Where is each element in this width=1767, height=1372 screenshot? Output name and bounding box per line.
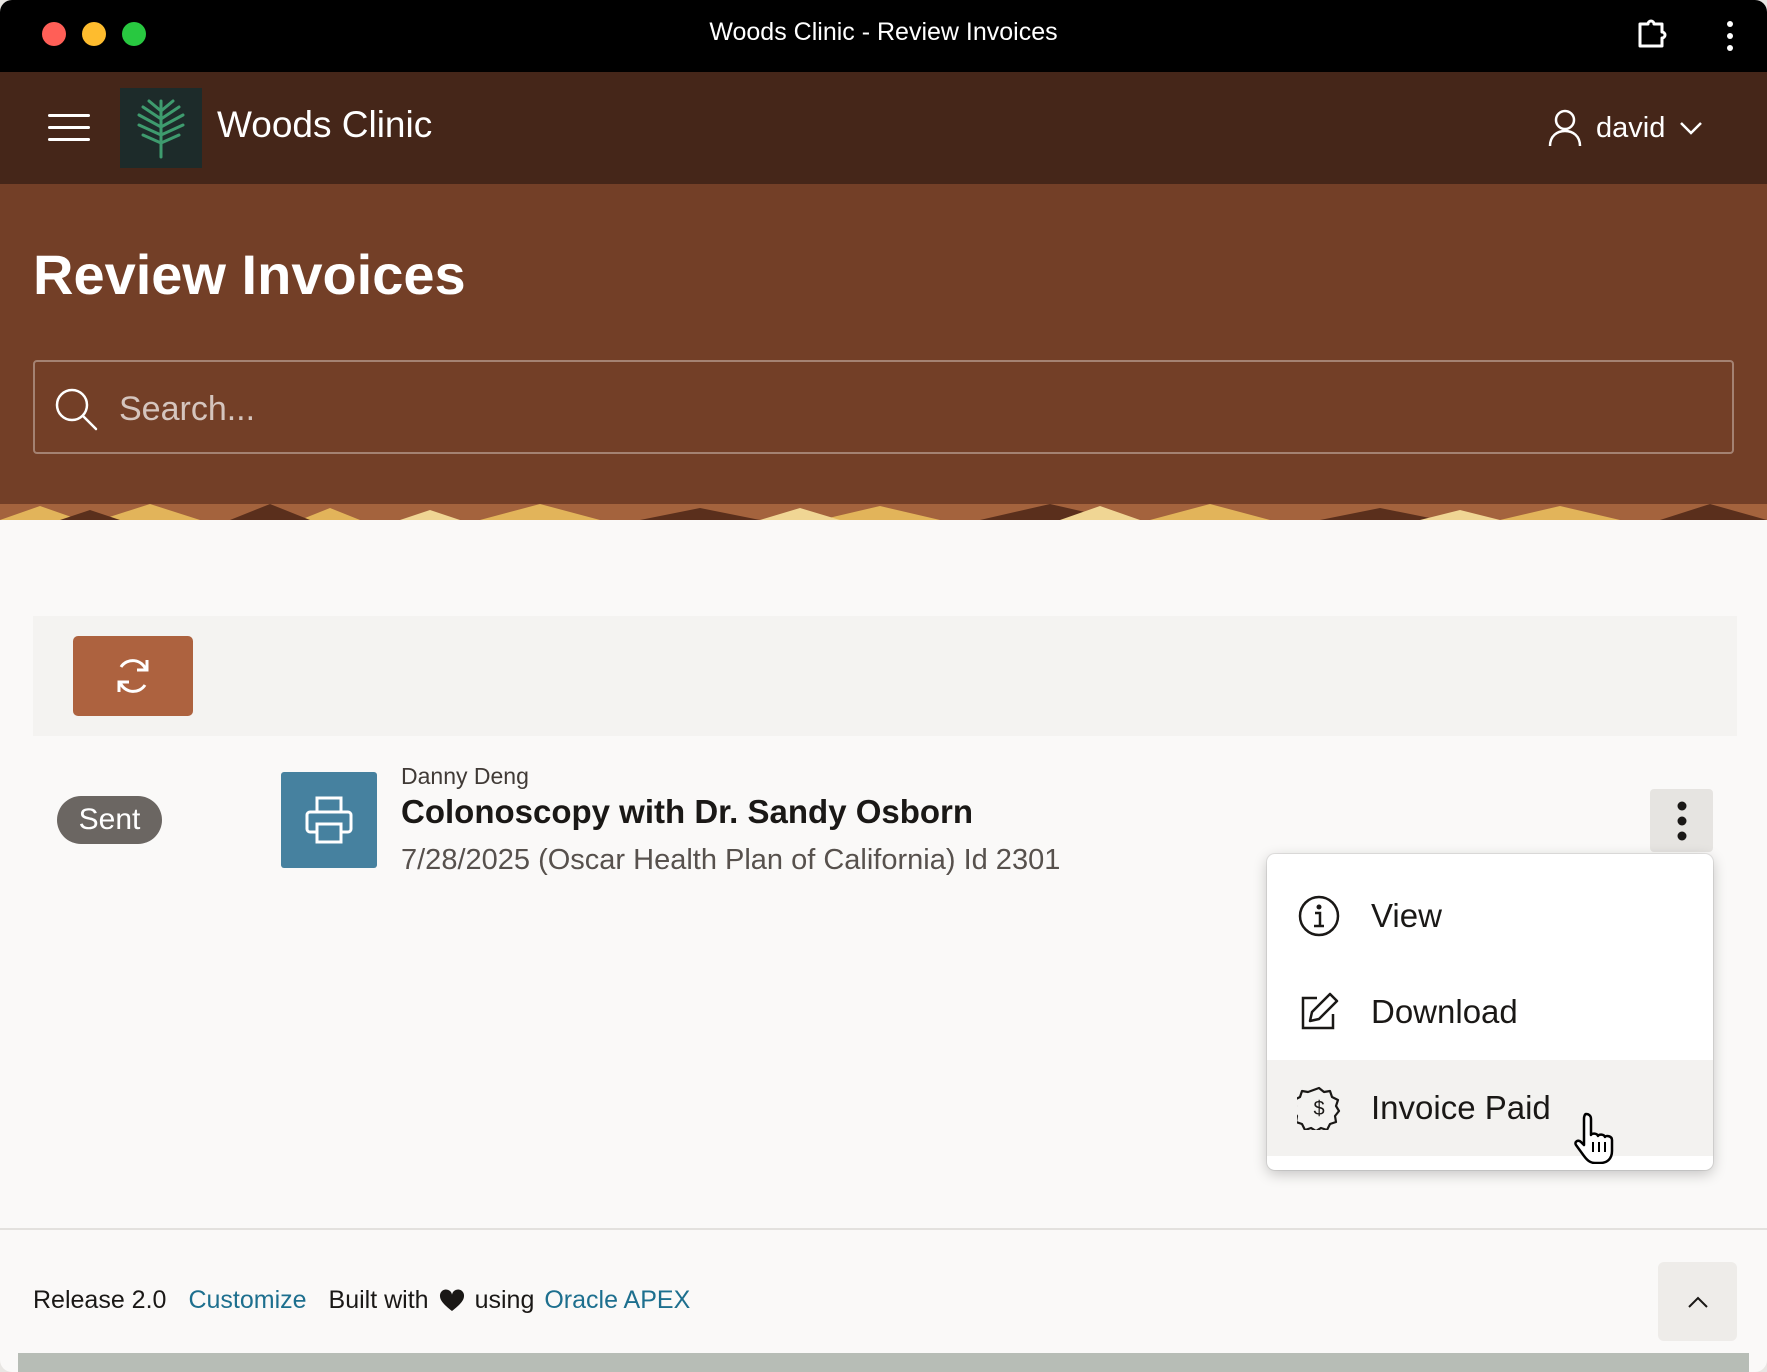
row-actions-button[interactable] (1650, 789, 1713, 852)
decorative-pattern (0, 504, 1767, 520)
window-title: Woods Clinic - Review Invoices (709, 18, 1058, 46)
hand-cursor-icon (1574, 1112, 1614, 1164)
user-icon (1548, 109, 1582, 147)
printer-icon (305, 796, 353, 844)
scroll-to-top-button[interactable] (1658, 1262, 1737, 1341)
menu-item-download[interactable]: Download (1267, 964, 1713, 1060)
invoice-title[interactable]: Colonoscopy with Dr. Sandy Osborn (401, 793, 973, 831)
clinic-logo (120, 88, 202, 168)
info-icon (1298, 895, 1340, 937)
customize-link[interactable]: Customize (188, 1286, 306, 1315)
heart-icon (439, 1288, 464, 1311)
menu-item-label: Download (1371, 993, 1518, 1030)
app-name[interactable]: Woods Clinic (217, 104, 432, 146)
chevron-down-icon (1680, 122, 1703, 135)
browser-window: Woods Clinic - Review Invoices Woods Cli… (0, 0, 1767, 1372)
edit-icon (1301, 992, 1339, 1030)
menu-item-invoice-paid[interactable]: $ Invoice Paid (1267, 1060, 1713, 1156)
release-label: Release 2.0 (33, 1286, 167, 1314)
invoice-meta: 7/28/2025 (Oscar Health Plan of Californ… (401, 844, 1061, 876)
refresh-icon (117, 659, 149, 693)
oracle-apex-link[interactable]: Oracle APEX (544, 1286, 690, 1315)
svg-text:$: $ (1313, 1098, 1324, 1120)
built-with-text: Built with using Oracle APEX (329, 1286, 691, 1315)
menu-item-label: Invoice Paid (1371, 1089, 1551, 1126)
invoice-print-tile (281, 772, 377, 868)
page-footer: Release 2.0 Customize Built with using O… (33, 1286, 690, 1315)
search-icon (55, 388, 98, 431)
user-name: david (1596, 111, 1666, 144)
menu-item-label: View (1371, 897, 1442, 934)
navigation-menu-button[interactable] (48, 114, 90, 144)
search-box[interactable] (33, 360, 1734, 454)
kebab-icon (1677, 801, 1686, 840)
footer-divider (0, 1228, 1767, 1230)
report-toolbar (33, 616, 1737, 736)
menu-item-view[interactable]: View (1267, 868, 1713, 964)
window-titlebar: Woods Clinic - Review Invoices (0, 0, 1767, 72)
using-label: using (474, 1286, 535, 1314)
refresh-button[interactable] (73, 636, 193, 716)
tree-icon (137, 99, 185, 159)
page-title: Review Invoices (33, 243, 466, 306)
patient-name: Danny Deng (401, 763, 529, 789)
status-badge: Sent (57, 796, 162, 844)
page-hero: Review Invoices (0, 184, 1767, 520)
search-input[interactable] (117, 376, 1681, 442)
row-actions-menu: View Download $ Invoice Paid (1267, 854, 1713, 1170)
browser-menu-icon[interactable] (1722, 18, 1738, 54)
dollar-badge-icon: $ (1297, 1086, 1341, 1130)
extensions-icon[interactable] (1634, 16, 1670, 52)
bottom-edge (18, 1353, 1749, 1372)
app-header: Woods Clinic david (0, 72, 1767, 184)
built-with-label: Built with (328, 1286, 429, 1314)
user-menu[interactable]: david (1548, 100, 1703, 156)
chevron-up-icon (1687, 1296, 1708, 1308)
